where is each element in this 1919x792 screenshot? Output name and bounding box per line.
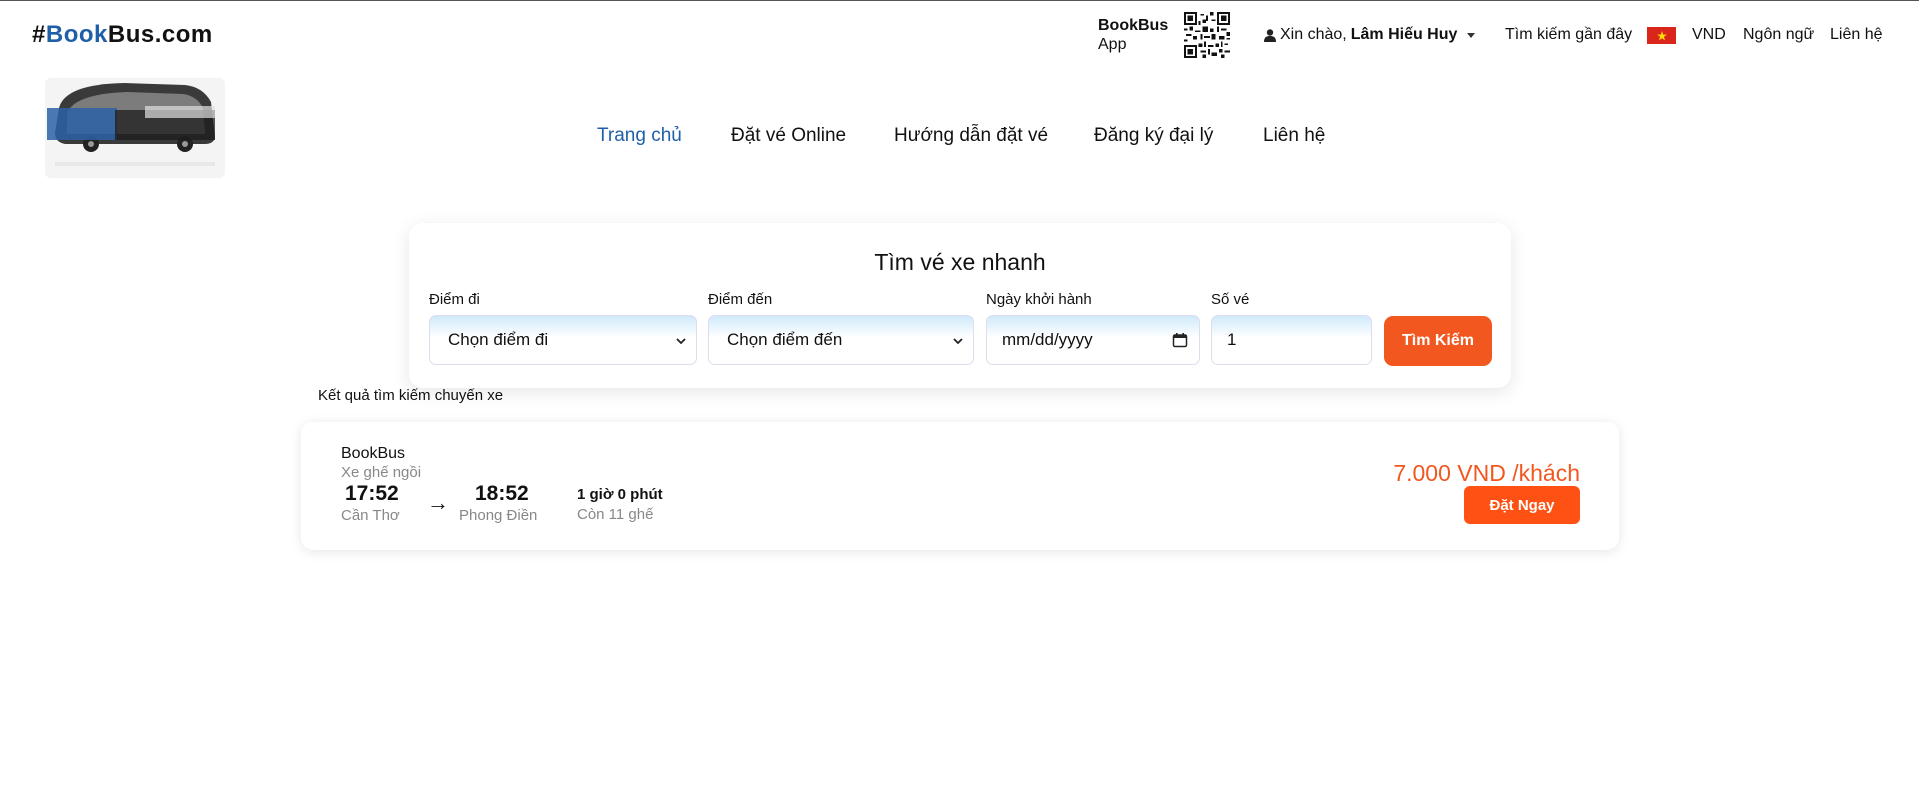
calendar-icon[interactable] [1172,332,1188,348]
seat-type: Xe ghế ngồi [341,464,422,481]
nav-item-home[interactable]: Trang chủ [597,125,682,147]
search-button[interactable]: Tìm Kiếm [1384,316,1492,366]
date-input[interactable]: mm/dd/yyyy [986,315,1200,365]
nav-item-agent-register[interactable]: Đăng ký đại lý [1094,125,1213,147]
language-link[interactable]: Ngôn ngữ [1743,26,1814,44]
trip-duration: 1 giờ 0 phút [577,486,663,503]
brand-hash: # [32,21,46,48]
trip-result-card[interactable]: BookBus Xe ghế ngồi 17:52 Cần Thơ → 18:5… [301,422,1619,550]
depart-time: 17:52 [345,482,399,505]
date-label: Ngày khởi hành [986,291,1092,308]
to-select[interactable]: Chọn điểm đến [708,315,974,365]
arrive-time: 18:52 [475,482,529,505]
from-label: Điểm đi [429,291,480,308]
tickets-label: Số vé [1211,291,1250,308]
results-heading: Kết quả tìm kiếm chuyến xe [318,387,504,404]
user-menu[interactable]: Xin chào, Lâm Hiếu Huy [1264,26,1476,44]
user-icon [1264,28,1276,42]
vietnam-flag-icon[interactable] [1647,27,1676,44]
arrow-right-icon: → [427,490,449,515]
brand-book: Book [45,21,108,48]
bookbus-logo[interactable] [45,78,225,178]
date-placeholder: mm/dd/yyyy [1002,330,1093,349]
book-now-button[interactable]: Đặt Ngay [1464,486,1580,524]
chevron-down-icon [953,338,963,345]
tickets-value: 1 [1227,330,1237,349]
to-select-value: Chọn điểm đến [727,330,843,349]
quick-search-card: Tìm vé xe nhanh Điểm đi Chọn điểm đi Điể… [409,223,1511,388]
contact-top-link[interactable]: Liên hệ [1830,26,1883,44]
chevron-down-icon [1467,32,1476,38]
chevron-down-icon [676,338,686,345]
nav-item-online-booking[interactable]: Đặt vé Online [731,125,846,147]
search-title: Tìm vé xe nhanh [874,249,1046,275]
nav-item-contact[interactable]: Liên hệ [1263,125,1325,147]
qr-code-icon[interactable] [1184,12,1230,58]
from-select-value: Chọn điểm đi [448,330,549,349]
app-download-label[interactable]: BookBus App [1098,16,1168,54]
operator-name: BookBus [341,445,406,462]
currency-link[interactable]: VND [1692,26,1726,44]
brand-hashtag[interactable]: #BookBus.com [32,21,213,49]
seats-remaining: Còn 11 ghế [577,506,654,523]
app-name: BookBus [1098,17,1169,34]
tickets-input[interactable]: 1 [1211,315,1372,365]
greeting-text: Xin chào, [1280,26,1347,43]
from-select[interactable]: Chọn điểm đi [429,315,697,365]
app-word: App [1098,36,1127,53]
trip-price: 7.000 VND /khách [1393,460,1580,486]
user-name: Lâm Hiếu Huy [1350,26,1458,43]
to-label: Điểm đến [708,291,773,308]
depart-place: Cần Thơ [341,507,400,524]
arrive-place: Phong Điền [459,507,538,524]
brand-rest: Bus.com [107,21,213,48]
recent-search-link[interactable]: Tìm kiếm gần đây [1505,26,1632,44]
nav-item-booking-guide[interactable]: Hướng dẫn đặt vé [894,125,1048,147]
